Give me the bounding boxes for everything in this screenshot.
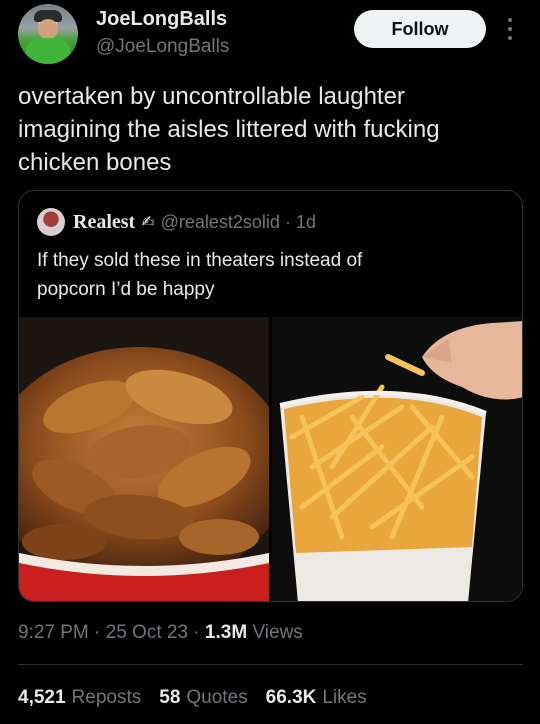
- tweet-header: JoeLongBalls @JoeLongBalls Follow: [18, 4, 528, 66]
- author-display-name[interactable]: JoeLongBalls: [96, 8, 227, 31]
- author-avatar[interactable]: [18, 4, 78, 64]
- likes-count: 66.3K: [265, 687, 317, 708]
- quoted-tweet-header: Realest ✍ @realest2solid · 1d: [37, 208, 316, 236]
- quotes-count: 58: [159, 687, 181, 708]
- chicken-wings-image[interactable]: [19, 317, 269, 601]
- views-count: 1.3M: [204, 622, 248, 643]
- quoted-author-name[interactable]: Realest: [73, 211, 135, 234]
- engagement-stats: 4,521 Reposts 58 Quotes 66.3K Likes: [18, 687, 367, 709]
- reposts-count: 4,521: [18, 687, 66, 708]
- likes-stat[interactable]: 66.3K Likes: [266, 687, 367, 709]
- quoted-author-handle-time: @realest2solid · 1d: [160, 211, 316, 232]
- reposts-stat[interactable]: 4,521 Reposts: [18, 687, 141, 709]
- quotes-label: Quotes: [186, 687, 248, 708]
- tweet-timestamp[interactable]: 9:27 PM · 25 Oct 23 ·: [18, 622, 205, 643]
- author-handle[interactable]: @JoeLongBalls: [96, 36, 229, 58]
- more-options-icon[interactable]: [502, 14, 518, 44]
- follow-button[interactable]: Follow: [354, 10, 486, 48]
- likes-label: Likes: [322, 687, 367, 708]
- divider: [18, 664, 523, 665]
- fries-bucket-image[interactable]: [272, 317, 522, 601]
- writing-hand-icon: ✍: [141, 214, 155, 231]
- views-label: Views: [247, 622, 303, 643]
- tweet-text: overtaken by uncontrollable laughter ima…: [18, 83, 440, 176]
- quotes-stat[interactable]: 58 Quotes: [159, 687, 247, 709]
- quoted-media: [19, 317, 522, 601]
- reposts-label: Reposts: [71, 687, 142, 708]
- quoted-tweet-text: If they sold these in theaters instead o…: [37, 250, 363, 300]
- quoted-tweet[interactable]: Realest ✍ @realest2solid · 1d If they so…: [18, 190, 523, 602]
- quoted-author-avatar[interactable]: [37, 208, 65, 236]
- tweet-meta: 9:27 PM · 25 Oct 23 · 1.3M Views: [18, 622, 303, 644]
